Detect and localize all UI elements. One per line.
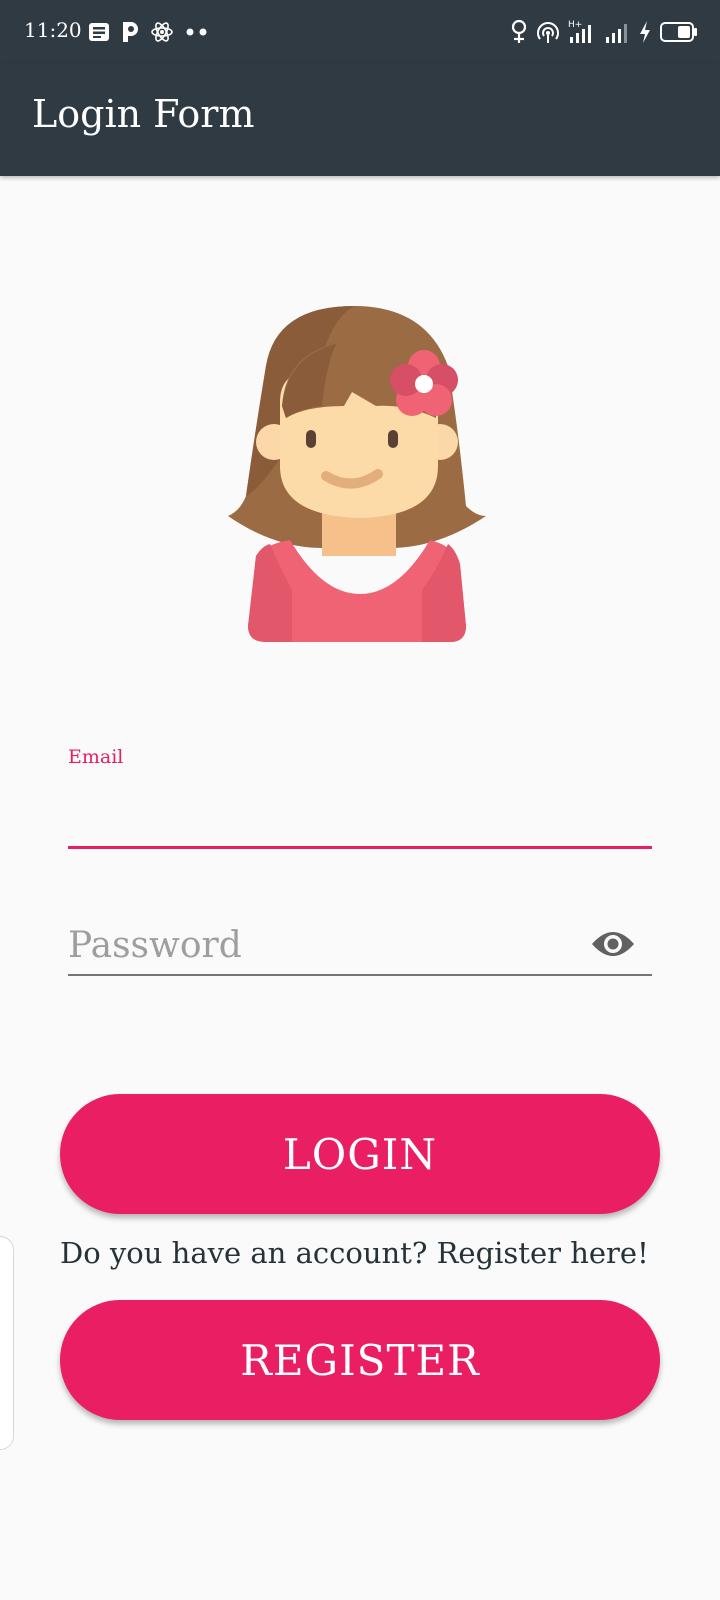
eye-icon[interactable] (590, 924, 636, 964)
email-field[interactable] (68, 780, 652, 828)
app-bar: Login Form (0, 64, 720, 176)
svg-text:H+: H+ (568, 20, 582, 30)
login-screen: 11:20 H+ Login Form Email LOGIN Do you h… (0, 0, 720, 1600)
email-label: Email (68, 746, 124, 768)
location-pin-icon (510, 19, 528, 45)
system-icons: H+ (510, 18, 698, 46)
hotspot-icon (536, 20, 560, 44)
password-field[interactable] (68, 918, 568, 972)
atom-icon (150, 20, 174, 44)
password-field-underline (68, 974, 652, 976)
signal-h-plus-icon: H+ (568, 19, 596, 45)
girl-avatar-illustration (226, 306, 492, 658)
p-app-icon (120, 20, 140, 44)
signal-icon (604, 19, 630, 45)
register-button[interactable]: REGISTER (60, 1300, 660, 1420)
edge-panel-handle[interactable] (0, 1236, 14, 1450)
battery-icon (660, 21, 698, 43)
news-icon (88, 21, 110, 43)
app-title: Login Form (32, 92, 255, 136)
login-button[interactable]: LOGIN (60, 1094, 660, 1214)
more-dots-icon (184, 27, 210, 37)
register-prompt-text: Do you have an account? Register here! (60, 1236, 649, 1270)
email-field-underline (68, 846, 652, 849)
charging-bolt-icon (638, 20, 652, 44)
status-time: 11:20 (24, 18, 82, 42)
status-bar: 11:20 H+ (0, 0, 720, 64)
notification-icons (88, 18, 210, 46)
